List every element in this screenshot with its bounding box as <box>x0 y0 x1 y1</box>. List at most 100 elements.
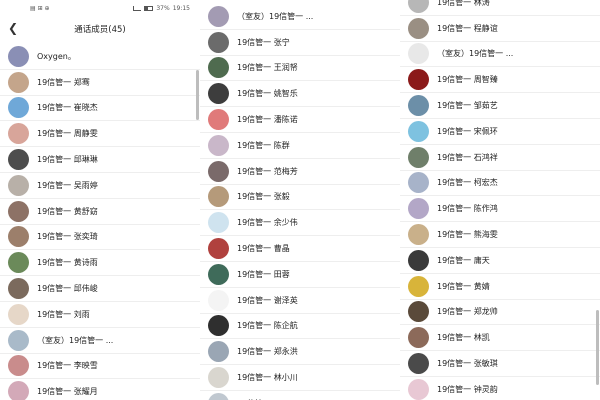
member-list[interactable]: （室友）19信管一 ... 19信管一 张宁 19信管一 王润帑 19信管一 姚智乐 1… <box>200 4 400 400</box>
member-row[interactable]: 19信管一 周静雯 <box>0 121 200 148</box>
member-row[interactable]: 19信管一 周智臻 <box>400 67 600 94</box>
member-row[interactable]: 19信管一 郑永洪 <box>200 339 400 366</box>
avatar <box>8 303 29 325</box>
member-name: 19信管一 邱伟峻 <box>37 284 98 294</box>
member-list[interactable]: Oxygen。 19信管一 郑骞 19信管一 崔晓杰 19信管一 周静雯 19信管一 邱… <box>0 44 200 400</box>
member-row[interactable]: 19信管一 张毅 <box>200 185 400 211</box>
member-name: 19信管一 宋佩环 <box>437 126 498 136</box>
member-row[interactable]: 19信管一 林小川 <box>200 365 400 391</box>
member-row[interactable]: 19信管一 余少伟 <box>200 210 400 237</box>
member-row[interactable]: 19信管一 钟灵韵 <box>400 377 600 400</box>
avatar <box>8 278 29 300</box>
member-name: 19信管一 庸天 <box>437 255 490 265</box>
member-list[interactable]: 19信管一 林涛 19信管一 程静谊 （室友）19信管一 ... 19信管一 周智臻 1… <box>400 0 600 400</box>
avatar <box>208 367 229 389</box>
member-row[interactable]: 19信管一 邹茹艺 <box>400 93 600 119</box>
member-name: 19信管一 王润帑 <box>237 63 298 73</box>
status-bar: ▤ ⊞ ⊕ 37% 19:15 <box>0 0 200 16</box>
member-name: 19信管一 姚智乐 <box>237 89 298 99</box>
member-row[interactable]: 19信管一 范梅芳 <box>200 159 400 185</box>
member-row[interactable]: 19信管一 陈作鸿 <box>400 196 600 223</box>
member-row[interactable]: （室友）19信管一 ... <box>400 42 600 68</box>
member-name: 19信管一 陈作鸿 <box>437 204 498 214</box>
battery-icon <box>144 5 154 11</box>
back-chevron-icon[interactable]: ❮ <box>8 21 18 35</box>
member-row[interactable]: 19信管一 林涛 <box>400 0 600 16</box>
member-name: 19信管一 黄舒窈 <box>37 206 98 216</box>
member-name: Oxygen。 <box>37 51 76 61</box>
member-row[interactable]: 19信管一 刘雨 <box>0 302 200 328</box>
member-row[interactable]: 19信管一 ... <box>200 391 400 400</box>
member-row[interactable]: 19信管一 谢泽英 <box>200 288 400 314</box>
member-row[interactable]: 19信管一 陈群 <box>200 133 400 159</box>
avatar <box>208 134 229 156</box>
status-icons: ▤ ⊞ ⊕ <box>30 4 50 12</box>
member-name: 19信管一 邹茹艺 <box>437 101 498 111</box>
avatar <box>408 43 429 65</box>
member-name: 19信管一 林小川 <box>237 373 298 383</box>
member-name: 19信管一 周静雯 <box>37 129 98 139</box>
member-row[interactable]: 19信管一 张奕琦 <box>0 225 200 251</box>
member-name: 19信管一 范梅芳 <box>237 166 298 176</box>
member-row[interactable]: 19信管一 邱琳琳 <box>0 147 200 173</box>
member-row[interactable]: 19信管一 黄诗雨 <box>0 250 200 277</box>
member-row[interactable]: 19信管一 潘陈诺 <box>200 107 400 133</box>
status-right: 37% 19:15 <box>133 5 190 12</box>
avatar <box>208 31 229 53</box>
member-row[interactable]: 19信管一 李映雪 <box>0 354 200 380</box>
avatar <box>408 120 429 142</box>
avatar <box>8 226 29 248</box>
member-row[interactable]: 19信管一 崔晓杰 <box>0 96 200 122</box>
member-row[interactable]: （室友）19信管一 ... <box>200 4 400 30</box>
avatar <box>208 83 229 105</box>
member-list-screen-2: （室友）19信管一 ... 19信管一 张宁 19信管一 王润帑 19信管一 姚智乐 1… <box>200 0 400 400</box>
member-row[interactable]: 19信管一 姚智乐 <box>200 81 400 108</box>
scrollbar[interactable] <box>196 70 199 120</box>
avatar <box>408 0 429 13</box>
member-row[interactable]: 19信管一 张敏琪 <box>400 351 600 377</box>
page-title: 通话成员(45) <box>74 25 126 35</box>
member-row[interactable]: 19信管一 邱伟峻 <box>0 276 200 302</box>
avatar <box>408 95 429 117</box>
member-row[interactable]: 19信管一 王润帑 <box>200 56 400 82</box>
avatar <box>8 71 29 93</box>
member-row[interactable]: 19信管一 郑骞 <box>0 70 200 96</box>
member-row[interactable]: 19信管一 曹晶 <box>200 236 400 262</box>
member-row[interactable]: 19信管一 石鸿祥 <box>400 145 600 171</box>
scrollbar[interactable] <box>596 310 599 385</box>
avatar <box>208 263 229 285</box>
member-row[interactable]: （室友）19信管一 ... <box>0 328 200 354</box>
avatar <box>8 355 29 377</box>
member-name: 19信管一 林凯 <box>437 333 490 343</box>
member-row[interactable]: 19信管一 宋佩环 <box>400 119 600 145</box>
member-row[interactable]: 19信管一 郑龙帅 <box>400 300 600 326</box>
member-name: （室友）19信管一 ... <box>37 335 114 345</box>
member-row[interactable]: 19信管一 黄舒窈 <box>0 199 200 225</box>
status-time: 19:15 <box>172 4 190 12</box>
member-row[interactable]: 19信管一 柯宏杰 <box>400 171 600 197</box>
member-row[interactable]: 19信管一 陈企航 <box>200 314 400 340</box>
avatar <box>8 252 29 274</box>
member-name: 19信管一 熊海雯 <box>437 230 498 240</box>
member-name: 19信管一 钟灵韵 <box>437 384 498 394</box>
member-row[interactable]: Oxygen。 <box>0 44 200 70</box>
avatar <box>408 172 429 194</box>
member-row[interactable]: 19信管一 张耀月 <box>0 379 200 400</box>
member-name: 19信管一 刘雨 <box>37 309 90 319</box>
avatar <box>408 353 429 375</box>
member-row[interactable]: 19信管一 黄婧 <box>400 274 600 300</box>
avatar <box>8 149 29 171</box>
member-row[interactable]: 19信管一 张宁 <box>200 30 400 56</box>
member-row[interactable]: 19信管一 林凯 <box>400 325 600 352</box>
member-row[interactable]: 19信管一 吴雨婷 <box>0 173 200 199</box>
member-row[interactable]: 19信管一 庸天 <box>400 248 600 274</box>
avatar <box>408 378 429 400</box>
avatar <box>208 57 229 79</box>
member-row[interactable]: 19信管一 程静谊 <box>400 16 600 42</box>
member-name: 19信管一 陈群 <box>237 140 290 150</box>
member-row[interactable]: 19信管一 田蓉 <box>200 262 400 288</box>
member-name: 19信管一 柯宏杰 <box>437 178 498 188</box>
member-name: 19信管一 黄婧 <box>437 281 490 291</box>
avatar <box>408 198 429 220</box>
member-row[interactable]: 19信管一 熊海雯 <box>400 222 600 248</box>
